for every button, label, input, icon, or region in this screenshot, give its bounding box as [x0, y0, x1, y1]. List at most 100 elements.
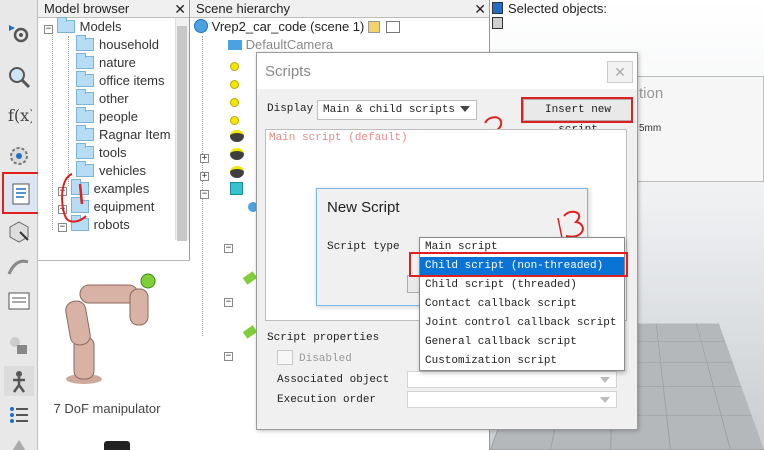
shapes-icon[interactable] — [4, 330, 34, 360]
folder-icon — [76, 107, 94, 123]
tree-item-ragnar[interactable]: Ragnar Item — [76, 125, 171, 144]
option-contact-callback[interactable]: Contact callback script — [420, 295, 624, 314]
tree-item-label: Models — [79, 19, 122, 34]
tree-item-label: tools — [99, 145, 127, 160]
zoom-icon[interactable] — [4, 62, 34, 92]
script-type-label: Script type — [327, 241, 400, 253]
collapse-icon[interactable]: − — [224, 346, 233, 361]
collapse-icon[interactable]: − — [224, 238, 233, 253]
scene-hierarchy-title: Scene hierarchy — [196, 1, 290, 16]
tree-item-label: Ragnar Item — [99, 127, 171, 142]
insert-button-highlight — [521, 97, 633, 123]
globe-icon — [194, 19, 208, 33]
scene-row-label: DefaultCamera — [245, 37, 334, 52]
child-script-highlight — [409, 252, 628, 277]
shape-object-icon — [230, 148, 244, 160]
shape-icon[interactable] — [4, 216, 34, 246]
chevron-down-icon — [600, 377, 610, 383]
sensor-icon[interactable] — [4, 140, 34, 170]
background-dialog-title: tion — [639, 85, 664, 102]
scripts-icon-highlight — [2, 172, 42, 214]
camera-icon — [228, 40, 242, 50]
light-icon — [230, 94, 239, 109]
model-browser-scrollbar[interactable] — [175, 18, 189, 241]
script-properties-label: Script properties — [267, 332, 380, 344]
expand-icon[interactable]: + — [200, 148, 209, 163]
new-script-title: New Script — [327, 199, 400, 216]
option-general-callback[interactable]: General callback script — [420, 333, 624, 352]
light-icon — [230, 76, 239, 91]
view-selector-icon[interactable] — [492, 17, 503, 29]
option-child-script-threaded[interactable]: Child script (threaded) — [420, 276, 624, 295]
background-dialog: tion 5mm — [626, 76, 764, 182]
folder-icon — [76, 89, 94, 105]
collapse-icon[interactable]: − — [200, 184, 209, 199]
option-customization-script[interactable]: Customization script — [420, 352, 624, 371]
settings-icon[interactable] — [4, 18, 34, 48]
model-preview-panel[interactable]: 7 DoF manipulator — [38, 260, 190, 450]
folder-icon — [76, 71, 94, 87]
tree-item-label: vehicles — [99, 163, 146, 178]
tree-item-office-items[interactable]: office items — [76, 71, 165, 90]
script-list-item[interactable]: Main script (default) — [269, 132, 408, 144]
script-icon[interactable] — [367, 21, 380, 33]
tree-item-tools[interactable]: tools — [76, 143, 127, 162]
folder-icon — [76, 143, 94, 159]
collapse-icon[interactable]: − — [224, 292, 233, 307]
tree-item-label: examples — [93, 181, 150, 196]
associated-object-label: Associated object — [277, 374, 390, 386]
next-model-preview — [104, 441, 130, 450]
robot-arm-image — [65, 273, 156, 384]
layers-icon[interactable] — [4, 286, 34, 316]
selected-objects-label: Selected objects: — [508, 1, 608, 16]
collapse-icon[interactable]: − — [44, 25, 53, 34]
display-select[interactable]: Main & child scripts — [317, 100, 477, 120]
path-icon[interactable] — [4, 252, 34, 282]
expand-icon[interactable]: + — [200, 166, 209, 181]
tree-item-label: other — [99, 91, 129, 106]
tree-item-label: robots — [93, 217, 130, 232]
close-icon[interactable]: ✕ — [474, 0, 486, 18]
page-selector-icon[interactable] — [492, 2, 503, 14]
folder-icon — [76, 53, 94, 69]
display-select-value: Main & child scripts — [323, 104, 456, 116]
folder-icon — [76, 35, 94, 51]
close-icon[interactable]: ✕ — [174, 0, 186, 18]
tree-item-other[interactable]: other — [76, 89, 129, 108]
scripts-title: Scripts — [265, 63, 311, 80]
tree-item-nature[interactable]: nature — [76, 53, 136, 72]
tag-icon — [385, 21, 400, 33]
model-browser-title: Model browser — [44, 1, 130, 16]
light-icon — [230, 58, 239, 73]
background-dialog-value: 5mm — [639, 123, 662, 134]
person-icon[interactable] — [4, 366, 34, 396]
scripts-titlebar[interactable]: Scripts ✕ — [257, 53, 637, 89]
left-toolbar: f(x) — [0, 0, 42, 450]
cube-icon — [230, 182, 243, 195]
tree-item-label: office items — [99, 73, 165, 88]
warning-icon[interactable] — [4, 432, 34, 450]
scrollbar-thumb[interactable] — [177, 26, 187, 241]
tree-item-models[interactable]: − Models — [44, 17, 122, 36]
scene-name: Vrep2_car_code (scene 1) — [211, 19, 365, 34]
scene-hierarchy-header: Scene hierarchy ✕ — [190, 0, 489, 18]
list-icon[interactable] — [4, 400, 34, 430]
model-browser-header: Model browser ✕ — [38, 0, 189, 18]
display-label: Display — [267, 103, 314, 115]
shape-object-icon — [230, 130, 244, 142]
scene-root-row[interactable]: Vrep2_car_code (scene 1) — [194, 18, 400, 36]
light-icon — [230, 112, 239, 127]
folder-icon — [76, 125, 94, 141]
tree-item-label: equipment — [93, 199, 155, 214]
execution-order-select[interactable] — [407, 391, 617, 408]
tree-item-label: household — [99, 37, 159, 52]
execution-order-label: Execution order — [277, 394, 377, 406]
close-icon[interactable]: ✕ — [607, 61, 633, 83]
disabled-checkbox[interactable] — [277, 350, 293, 365]
tree-item-household[interactable]: household — [76, 35, 159, 54]
option-joint-control-callback[interactable]: Joint control callback script — [420, 314, 624, 333]
tree-guide-line — [52, 30, 53, 230]
associated-object-select[interactable] — [407, 371, 617, 388]
function-icon[interactable]: f(x) — [4, 100, 34, 130]
tree-item-people[interactable]: people — [76, 107, 138, 126]
